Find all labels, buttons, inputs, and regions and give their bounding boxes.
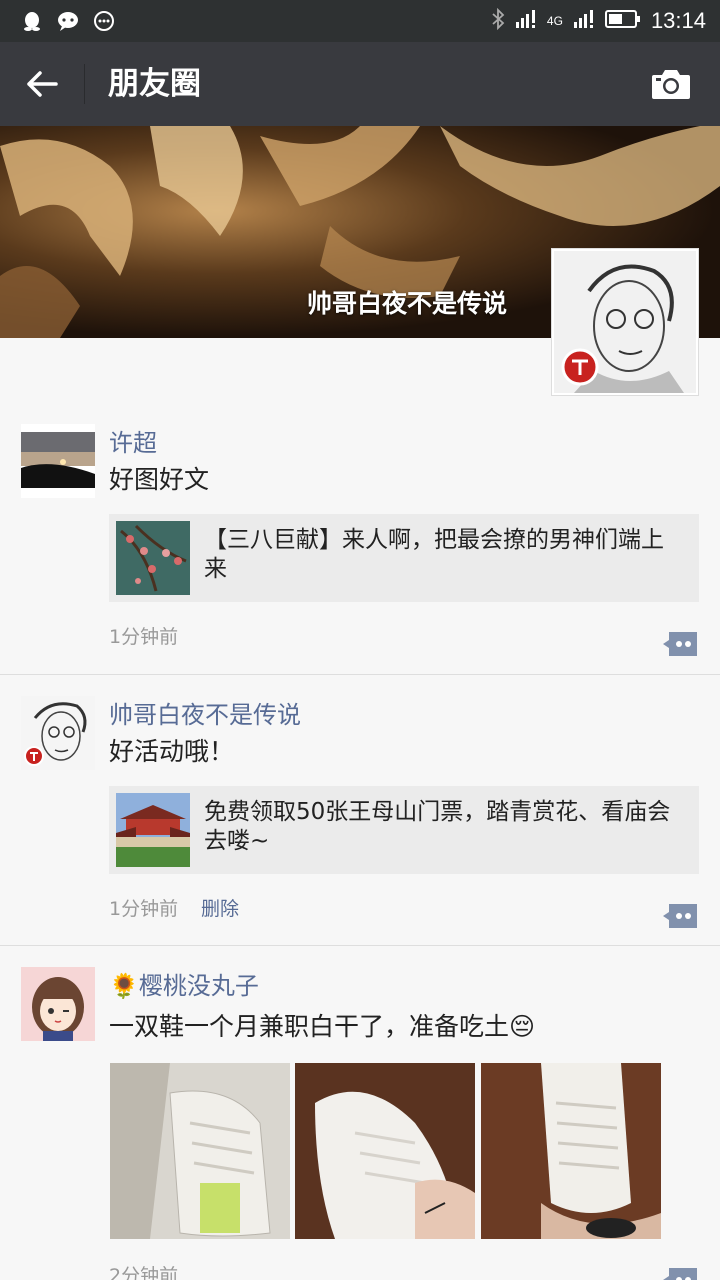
link-thumbnail	[116, 793, 190, 867]
post-text: 好活动哦！	[109, 737, 235, 766]
post-text: 一双鞋一个月兼职白干了，准备吃土😔	[109, 1012, 536, 1041]
title-divider	[84, 64, 85, 104]
link-thumbnail	[116, 521, 190, 595]
bluetooth-icon	[491, 7, 505, 34]
post-divider	[0, 674, 720, 675]
camera-icon	[652, 70, 690, 99]
moment-post: 许超 好图好文 【三八巨献】来人啊，把最会撩的男神们端上来 1分钟前	[0, 424, 720, 674]
more-notifications-icon	[92, 9, 116, 33]
comment-more-icon	[663, 1268, 697, 1280]
post-photo[interactable]	[481, 1063, 661, 1239]
plum-blossom-image	[116, 521, 190, 595]
post-nickname[interactable]: 🌻樱桃没丸子	[109, 970, 259, 1002]
avatar[interactable]	[21, 424, 95, 498]
shoe-photo-3	[481, 1063, 661, 1239]
post-photo[interactable]	[110, 1063, 290, 1239]
page-title: 朋友圈	[108, 66, 201, 102]
system-status: 4G 13:14	[491, 7, 706, 35]
network-type: 4G	[546, 14, 563, 28]
comment-button[interactable]	[660, 630, 700, 658]
moment-post: 🌻樱桃没丸子 一双鞋一个月兼职白干了，准备吃土😔 2分钟前	[0, 967, 720, 1280]
my-avatar[interactable]	[551, 248, 699, 396]
status-bar: 4G 13:14	[0, 0, 720, 42]
sketch-portrait-avatar	[21, 696, 95, 770]
signal-icon	[515, 9, 537, 33]
back-arrow-icon	[27, 71, 58, 97]
avatar[interactable]	[21, 696, 95, 770]
post-time: 2分钟前	[109, 1265, 179, 1280]
link-title: 免费领取50张王母山门票，踏青赏花、看庙会去喽~	[204, 799, 671, 854]
cartoon-girl-avatar	[21, 967, 95, 1041]
shoe-photo-2	[295, 1063, 475, 1239]
post-time: 1分钟前	[109, 898, 179, 920]
shared-link-card[interactable]: 【三八巨献】来人啊，把最会撩的男神们端上来	[109, 514, 699, 602]
sketch-portrait-image	[554, 251, 696, 393]
back-button[interactable]	[22, 64, 62, 104]
wechat-icon	[56, 9, 80, 33]
post-text: 好图好文	[109, 465, 210, 494]
post-nickname[interactable]: 许超	[109, 427, 157, 459]
comment-button[interactable]	[660, 902, 700, 930]
comment-more-icon	[663, 632, 697, 656]
battery-icon	[604, 9, 641, 33]
notification-icons	[20, 9, 116, 33]
cover-username: 帅哥白夜不是传说	[307, 289, 508, 318]
avatar[interactable]	[21, 967, 95, 1041]
camera-button[interactable]	[650, 66, 692, 102]
post-nickname[interactable]: 帅哥白夜不是传说	[109, 699, 301, 731]
delete-link[interactable]: 删除	[201, 896, 239, 922]
title-bar: 朋友圈	[0, 42, 720, 126]
post-divider	[0, 945, 720, 946]
post-time: 1分钟前	[109, 626, 179, 648]
moment-post: 帅哥白夜不是传说 好活动哦！ 免费领取50张王母山门票，踏青赏花、看庙会去喽~ …	[0, 696, 720, 946]
sunset-avatar-image	[21, 424, 95, 498]
signal-icon-2	[573, 9, 595, 33]
post-photo[interactable]	[295, 1063, 475, 1239]
qq-icon	[20, 9, 44, 33]
shoe-photo-1	[110, 1063, 290, 1239]
link-title: 【三八巨献】来人啊，把最会撩的男神们端上来	[204, 527, 664, 582]
shared-link-card[interactable]: 免费领取50张王母山门票，踏青赏花、看庙会去喽~	[109, 786, 699, 874]
clock: 13:14	[650, 8, 706, 33]
comment-button[interactable]	[660, 1266, 700, 1280]
temple-image	[116, 793, 190, 867]
comment-more-icon	[663, 904, 697, 928]
